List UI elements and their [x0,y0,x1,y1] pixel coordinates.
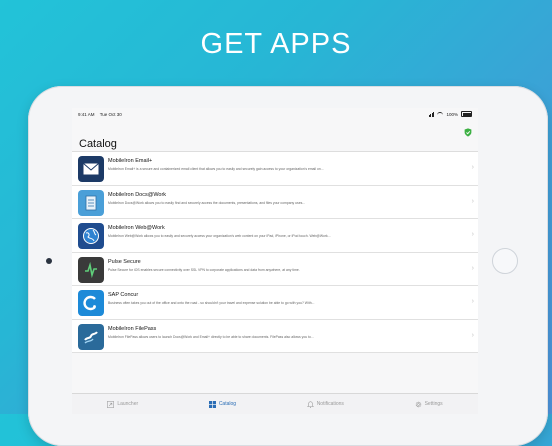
gear-icon [415,401,421,407]
chevron-right-icon: › [471,197,474,205]
status-time: 9:41 AM [78,111,95,117]
headline: GET APPS [200,28,352,60]
list-item-docs[interactable]: MobileIron Docs@Work MobileIron Docs@Wor… [72,186,478,219]
battery-icon [461,111,472,117]
list-item-pulse[interactable]: Pulse Secure Pulse Secure for iOS enable… [72,253,478,286]
chevron-right-icon: › [471,164,474,171]
app-name: Pulse Secure [108,258,141,265]
app-description: Business often takes you out of the offi… [108,301,315,305]
app-name: MobileIron FilePass [108,325,157,332]
app-description: MobileIron FilePass allows users to laun… [108,334,314,339]
status-date: Tue Oct 30 [99,111,122,117]
app-description: MobileIron Docs@Work allows you to easil… [108,200,306,205]
catalog-icon [208,400,216,408]
app-list: MobileIron Email+ MobileIron Email+ is a… [72,151,478,353]
docs-app-icon [78,189,104,216]
list-item-concur[interactable]: SAP Concur Business often takes you out … [72,286,478,320]
filepass-app-icon [78,323,104,350]
app-description: Pulse Secure for iOS enables secure conn… [108,267,300,272]
pulse-app-icon [78,256,104,283]
tab-label: Catalog [218,401,237,407]
page-title: Catalog [79,138,117,150]
navigation-bar: Catalog [72,120,478,150]
battery-percent: 100% [446,111,458,117]
tab-label: Settings [424,401,443,407]
chevron-right-icon: › [471,331,474,339]
signal-icon [428,112,435,117]
bell-icon [306,400,314,408]
app-description: MobileIron Web@Work allows you to easily… [108,234,331,238]
list-item-web[interactable]: MobileIron Web@Work MobileIron Web@Work … [72,219,478,253]
app-name: MobileIron Email+ [108,158,153,164]
shield-icon[interactable] [464,128,472,137]
list-item-email[interactable]: MobileIron Email+ MobileIron Email+ is a… [72,152,478,186]
home-button[interactable] [492,248,518,274]
tab-notifications[interactable]: Notifications [306,400,344,408]
camera-dot [46,258,52,264]
chevron-right-icon: › [471,264,474,272]
email-app-icon [78,156,104,182]
app-description: MobileIron Email+ is a secure and contai… [108,167,324,171]
tab-catalog[interactable]: Catalog [208,400,237,408]
wifi-icon [437,111,444,117]
web-app-icon [78,223,104,249]
tab-settings[interactable]: Settings [415,401,443,408]
app-name: MobileIron Docs@Work [108,191,167,198]
list-item-filepass[interactable]: MobileIron FilePass MobileIron FilePass … [72,320,478,353]
chevron-right-icon: › [471,231,474,238]
chevron-right-icon: › [471,298,474,305]
status-bar: 9:41 AM Tue Oct 30 100% [72,108,478,120]
tab-label: Launcher [117,401,139,407]
tab-launcher[interactable]: Launcher [107,400,139,408]
concur-app-icon [78,290,104,316]
launcher-icon [107,400,115,408]
app-name: MobileIron Web@Work [108,225,165,231]
app-name: SAP Concur [108,292,139,298]
tab-bar: Launcher Catalog Notifications Settings [72,393,478,414]
app-screen: 9:41 AM Tue Oct 30 100% Catalog MobileIr… [72,108,478,414]
tab-label: Notifications [316,401,344,407]
